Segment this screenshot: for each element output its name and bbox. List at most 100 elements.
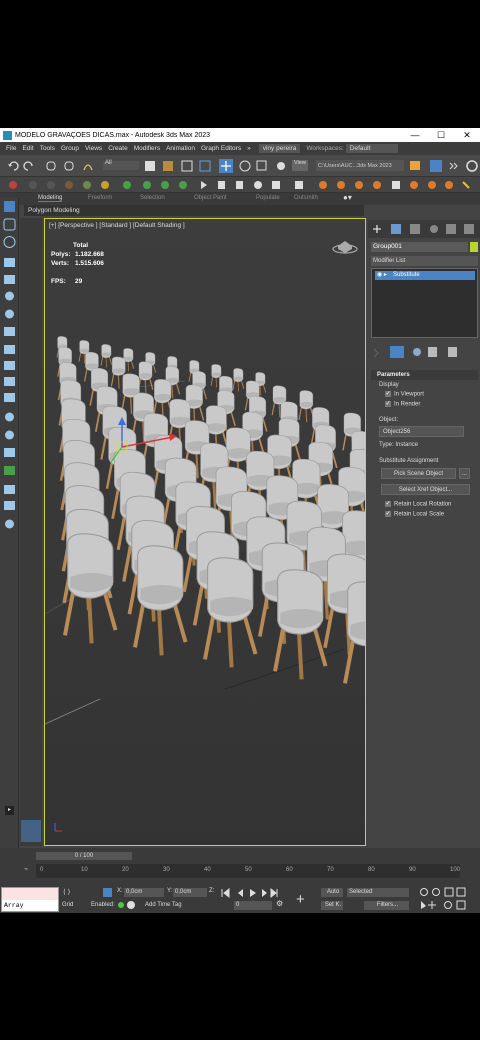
zoom-extents-icon[interactable] [444,887,454,897]
zoom-extents-all-icon[interactable] [456,887,466,897]
time-slider[interactable]: 0 / 100 [36,852,132,860]
zoom-all-icon[interactable] [432,888,440,896]
place-icon[interactable] [277,162,285,170]
maxscript-listener[interactable]: Array modifier [1,887,59,912]
modifier-stack[interactable]: Substitute ◉ ▸ [371,268,478,338]
select-xref-object-button[interactable]: Select Xref Object... [381,484,470,496]
menu-views[interactable]: Views [85,145,102,152]
list-icon[interactable] [295,181,303,189]
retain-scale-checkbox[interactable]: ✓ [385,510,391,517]
pick-scene-object-button[interactable]: Pick Scene Object [381,468,456,480]
ribbon-options-icon[interactable]: ●▾ [343,193,352,202]
eye-icon[interactable]: ◉ ▸ [377,271,387,278]
scene-explorer-icon[interactable] [430,160,442,172]
window-crossing-icon[interactable] [199,160,211,172]
add-time-tag-button[interactable]: Add Time Tag [145,902,182,908]
modify-tab-icon[interactable] [391,224,401,234]
show-end-result-icon[interactable] [390,346,404,358]
tab-outsmith[interactable]: Outsmith [294,195,318,201]
go-to-start-icon[interactable] [221,887,230,899]
timeline-toggle-icon[interactable]: ⌁ [24,865,28,873]
scale-icon[interactable] [256,160,267,171]
viewport-label[interactable]: [+] [Perspective ] [Standard ] [Default … [49,222,185,229]
info-icon[interactable] [127,901,135,909]
field-of-view-icon[interactable] [421,901,426,909]
menu-file[interactable]: File [6,145,16,152]
hierarchy-tab-icon[interactable] [410,224,420,234]
key-filters-button[interactable]: Filters... [364,901,409,910]
parameters-header[interactable]: Parameters [371,370,478,380]
maxscript-input[interactable]: Array modifier [2,900,58,912]
orbit-icon[interactable] [444,901,452,909]
render-icon[interactable] [9,181,17,189]
hierarchy-icon[interactable] [4,448,15,457]
selection-set-dropdown[interactable]: Selected [347,888,409,897]
make-unique-icon[interactable] [413,348,421,356]
select-object-icon[interactable] [145,161,155,171]
modifier-list-dropdown[interactable]: Modifier List [371,256,478,266]
go-to-end-icon[interactable] [270,887,278,899]
align-icon[interactable] [143,181,151,189]
tab-object-paint[interactable]: Object Paint [194,195,227,201]
link-icon[interactable] [46,161,56,171]
percent-snap-icon[interactable] [65,181,73,189]
create-key-icon[interactable]: + [296,891,305,908]
remove-modifier-icon[interactable] [428,347,437,357]
render-production-icon[interactable] [373,181,381,189]
auto-key-button[interactable]: Auto [321,888,343,897]
current-frame-field[interactable]: 0 [234,901,272,910]
toolbar-overflow-icon[interactable] [449,162,458,170]
select-by-name-icon[interactable] [163,161,173,171]
object-color-swatch[interactable] [470,242,478,252]
help-icon[interactable] [3,236,16,248]
mirror-icon[interactable] [123,181,131,189]
user-account-dropdown[interactable]: viny pereira [258,144,301,153]
create-camera-icon[interactable] [5,291,14,301]
spinner-snap-icon[interactable] [83,181,91,189]
menu-group[interactable]: Group [61,145,79,152]
script-icon[interactable] [272,181,280,189]
scene-explorer-toggle-icon[interactable] [4,201,15,212]
project-folder-icon[interactable] [410,161,420,170]
display-icon[interactable] [4,393,15,402]
retain-scale-row[interactable]: ✓ Retain Local Scale [371,510,478,517]
x-coordinate-field[interactable]: 0,0cm [124,888,164,897]
play-icon[interactable] [201,181,207,189]
layer-icon[interactable] [161,181,169,189]
next-frame-icon[interactable] [262,889,267,897]
motion-tab-icon[interactable] [430,225,438,233]
object-name-field[interactable]: Group001 [371,242,468,252]
workspace-dropdown[interactable]: Default [345,144,398,153]
create-shape-icon[interactable] [4,258,15,267]
time-config-icon[interactable]: ⚙ [276,899,283,908]
configure-sets-icon[interactable] [448,347,457,357]
modifier-stack-item[interactable]: Substitute [375,271,475,280]
render-iterative-icon[interactable] [392,181,400,189]
timeline-ruler[interactable]: 0 10 20 30 40 50 60 70 80 90 100 [36,864,460,878]
scroll-arrow-icon[interactable]: ▸ [5,806,14,815]
minimize-button[interactable]: — [402,130,428,140]
in-render-checkbox-row[interactable]: ✓ In Render [371,400,478,407]
object-value-field[interactable]: Object256 [379,426,464,438]
systems-icon[interactable] [4,345,15,354]
snap-icon[interactable] [29,181,37,189]
tab-populate[interactable]: Populate [256,195,280,201]
zoom-icon[interactable] [420,888,428,896]
rotate-icon[interactable] [239,160,251,172]
maxscript-output[interactable] [2,888,58,900]
retain-rotation-checkbox[interactable]: ✓ [385,501,391,508]
render-cloud-icon[interactable] [445,181,453,189]
unlink-icon[interactable] [64,161,74,171]
redo-icon[interactable] [23,161,33,171]
retain-rotation-row[interactable]: ✓ Retain Local Rotation [371,501,478,508]
set-key-button[interactable]: Set K. [321,901,343,910]
spacewarps-icon[interactable] [4,327,15,336]
rendered-frame-icon[interactable] [355,181,363,189]
display-tab-icon[interactable] [446,224,456,234]
create-light-icon[interactable] [4,275,15,284]
paint-icon[interactable] [4,361,15,370]
enabled-indicator[interactable] [118,902,124,908]
create-tab-icon[interactable] [373,225,381,233]
tab-freeform[interactable]: Freeform [88,195,112,201]
menu-create[interactable]: Create [108,145,128,152]
